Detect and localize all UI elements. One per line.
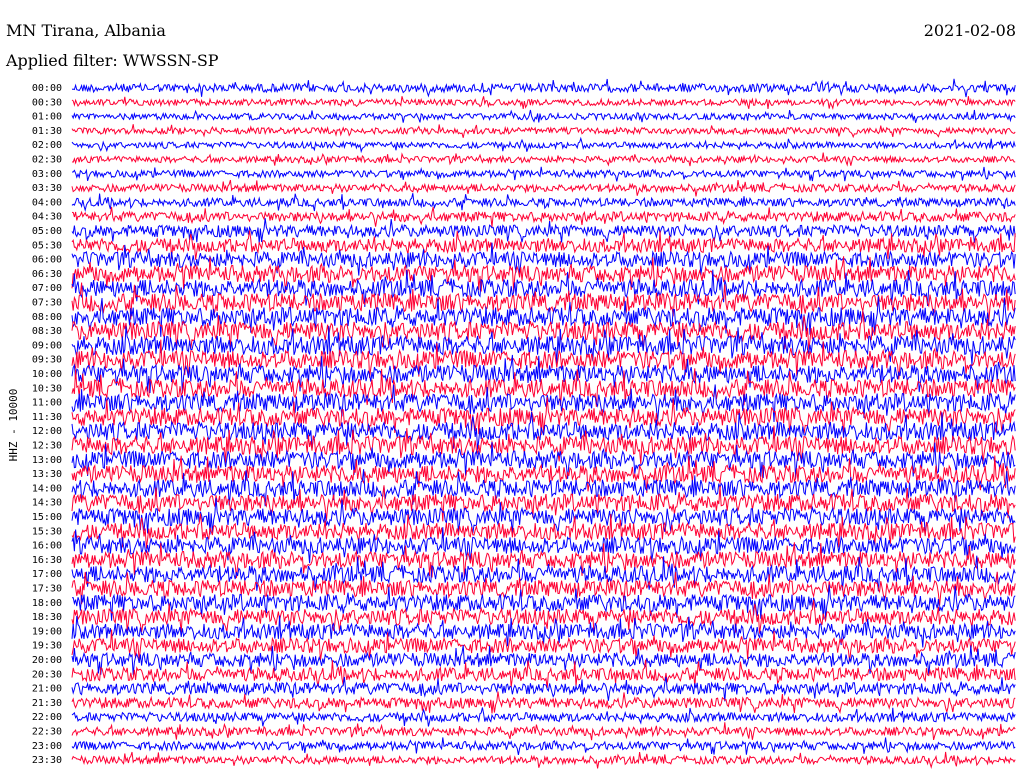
- time-tick-label: 19:00: [32, 626, 62, 637]
- tick-label-group: 00:00 00:30 01:00 01:30 02:00 02:30 03:00 03:30…: [32, 83, 62, 766]
- time-tick-label: 05:30: [32, 240, 62, 251]
- time-tick-label: 23:00: [32, 741, 62, 752]
- time-tick-label: 02:00: [32, 140, 62, 151]
- time-tick-label: 03:00: [32, 169, 62, 180]
- time-tick-label: 16:30: [32, 555, 62, 566]
- time-tick-label: 15:00: [32, 512, 62, 523]
- trace-line: [71, 676, 1016, 702]
- time-tick-label: 04:30: [32, 212, 62, 223]
- time-tick-label: 09:00: [32, 340, 62, 351]
- time-tick-label: 17:00: [32, 569, 62, 580]
- time-tick-label: 23:30: [32, 755, 62, 766]
- trace-line: [71, 109, 1016, 123]
- time-tick-label: 11:30: [32, 412, 62, 423]
- time-tick-label: 06:00: [32, 255, 62, 266]
- time-tick-label: 13:30: [32, 469, 62, 480]
- trace-line: [71, 722, 1016, 741]
- time-tick-label: 09:30: [32, 355, 62, 366]
- time-tick-label: 06:30: [32, 269, 62, 280]
- time-tick-label: 18:30: [32, 612, 62, 623]
- time-tick-label: 01:30: [32, 126, 62, 137]
- time-tick-label: 10:00: [32, 369, 62, 380]
- time-tick-label: 12:00: [32, 426, 62, 437]
- time-tick-label: 05:00: [32, 226, 62, 237]
- time-tick-label: 22:00: [32, 712, 62, 723]
- trace-line: [71, 152, 1016, 167]
- time-tick-label: 21:00: [32, 684, 62, 695]
- time-tick-label: 22:30: [32, 727, 62, 738]
- time-tick-label: 04:00: [32, 197, 62, 208]
- time-tick-label: 03:30: [32, 183, 62, 194]
- trace-line: [71, 96, 1016, 111]
- time-tick-label: 13:00: [32, 455, 62, 466]
- trace-group: [71, 78, 1016, 770]
- time-tick-label: 18:00: [32, 598, 62, 609]
- time-tick-label: 14:30: [32, 498, 62, 509]
- time-tick-label: 01:00: [32, 112, 62, 123]
- time-tick-label: 17:30: [32, 584, 62, 595]
- helicorder-plot: 00:00 00:30 01:00 01:30 02:00 02:30 03:00 03:30…: [7, 78, 1016, 770]
- trace-line: [72, 166, 1016, 182]
- time-tick-label: 14:00: [32, 483, 62, 494]
- time-tick-label: 08:00: [32, 312, 62, 323]
- trace-line: [71, 206, 1016, 228]
- trace-line: [71, 78, 1016, 98]
- time-tick-label: 10:30: [32, 383, 62, 394]
- time-tick-label: 07:30: [32, 298, 62, 309]
- trace-line: [71, 707, 1016, 727]
- time-tick-label: 12:30: [32, 441, 62, 452]
- time-tick-label: 21:30: [32, 698, 62, 709]
- time-tick-label: 20:00: [32, 655, 62, 666]
- trace-line: [71, 136, 1016, 154]
- time-tick-label: 20:30: [32, 669, 62, 680]
- trace-line: [71, 179, 1016, 197]
- trace-line: [71, 193, 1016, 213]
- time-tick-label: 11:00: [32, 398, 62, 409]
- time-tick-label: 00:00: [32, 83, 62, 94]
- trace-line: [71, 737, 1016, 755]
- time-tick-label: 15:30: [32, 526, 62, 537]
- time-tick-label: 08:30: [32, 326, 62, 337]
- trace-line: [71, 751, 1016, 770]
- time-tick-label: 07:00: [32, 283, 62, 294]
- time-tick-label: 02:30: [32, 155, 62, 166]
- time-tick-label: 19:30: [32, 641, 62, 652]
- time-tick-label: 16:00: [32, 541, 62, 552]
- y-axis-label: HHZ - 10000: [7, 389, 20, 462]
- trace-line: [71, 124, 1016, 139]
- time-tick-label: 00:30: [32, 97, 62, 108]
- trace-line: [71, 691, 1016, 715]
